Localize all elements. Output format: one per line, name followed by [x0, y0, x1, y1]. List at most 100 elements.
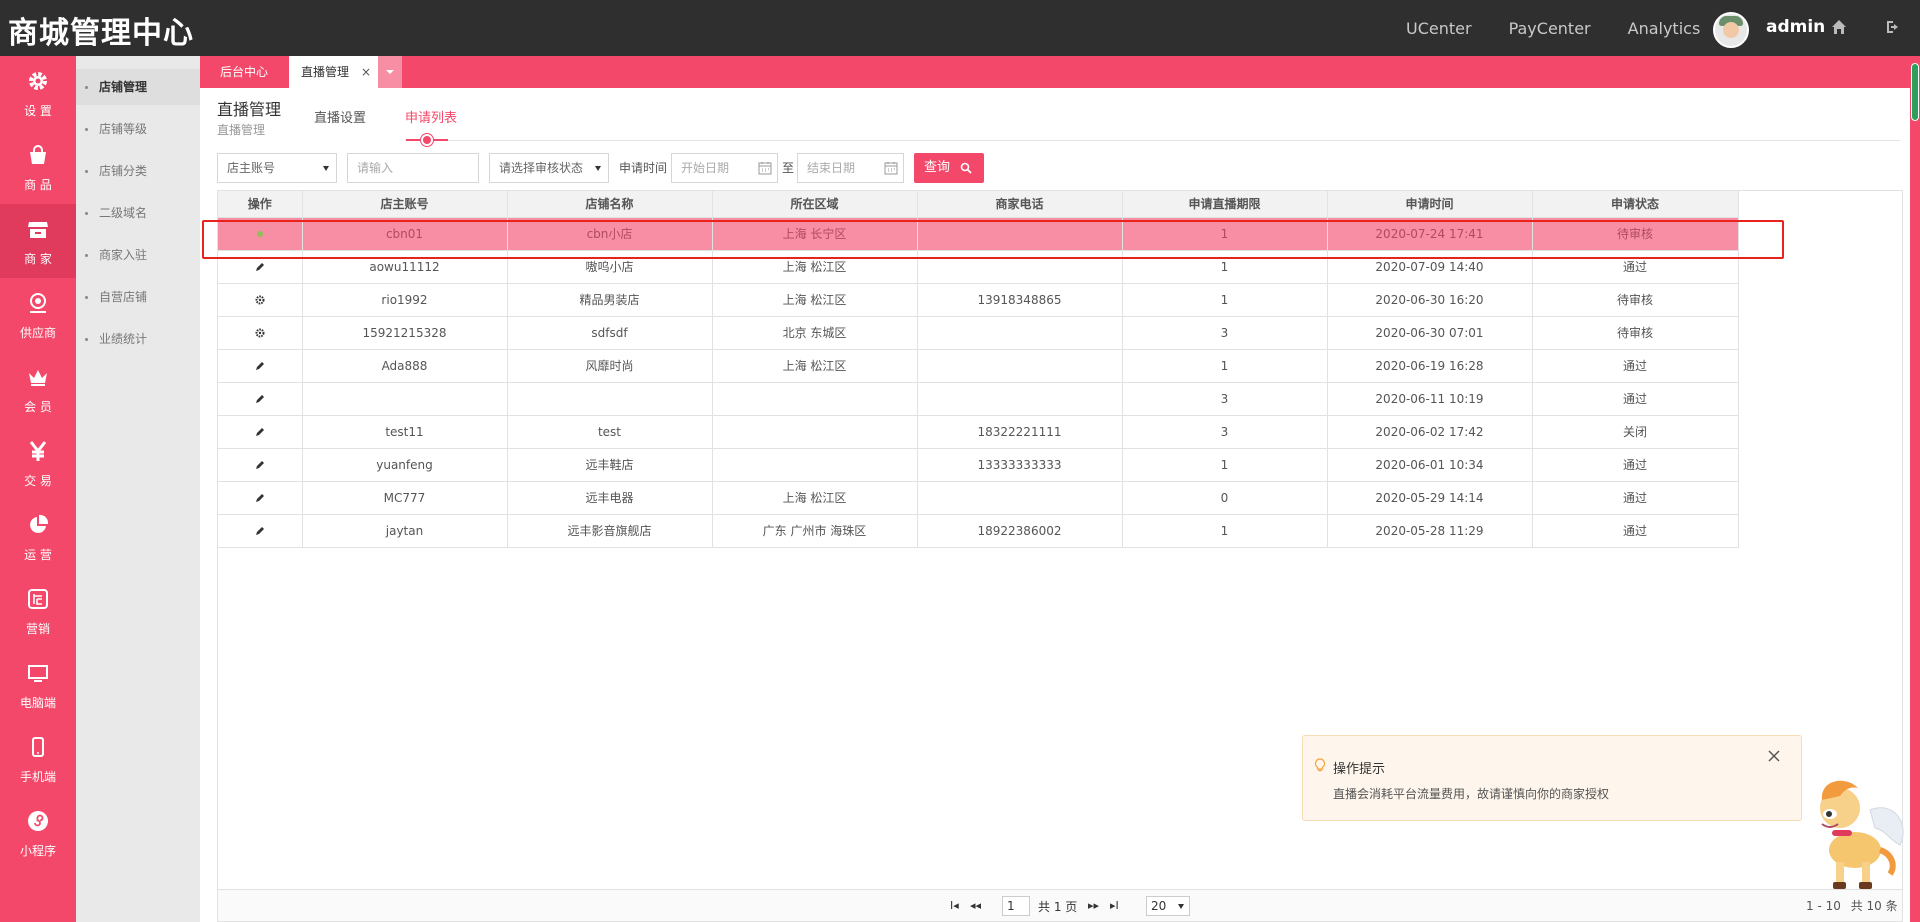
- calendar-icon: [758, 162, 772, 175]
- sidebar-item-merchant[interactable]: 商 家: [0, 204, 76, 278]
- edit-icon[interactable]: [255, 361, 265, 371]
- row-action-cell[interactable]: [218, 349, 303, 383]
- cell-period: 1: [1122, 283, 1328, 317]
- col-header-status[interactable]: 申请状态: [1532, 191, 1739, 218]
- subtab-live-settings[interactable]: 直播设置: [314, 107, 366, 126]
- audit-status-select[interactable]: 请选择审核状态: [489, 153, 609, 183]
- page-size-select[interactable]: 20: [1146, 896, 1190, 916]
- cell-apply-time: 2020-06-02 17:42: [1327, 415, 1533, 449]
- home-icon[interactable]: [1831, 19, 1847, 35]
- audit-gear-icon[interactable]: [255, 295, 265, 305]
- sidebar-item-marketing[interactable]: 营销: [0, 574, 76, 648]
- sidebar-item-settings[interactable]: 设 置: [0, 56, 76, 130]
- tab-close-icon[interactable]: ×: [361, 65, 371, 79]
- submenu-item-store-level[interactable]: 店铺等级: [76, 111, 200, 147]
- close-icon[interactable]: [1767, 749, 1781, 763]
- subtab-application-list[interactable]: 申请列表: [405, 107, 457, 126]
- cell-period: 3: [1122, 382, 1328, 416]
- sidebar-item-trade[interactable]: 交 易: [0, 426, 76, 500]
- sidebar-item-label: 运 营: [24, 548, 52, 562]
- edit-icon[interactable]: [255, 427, 265, 437]
- query-button[interactable]: 查询: [914, 153, 984, 183]
- page-scrollbar-track[interactable]: [1910, 56, 1920, 922]
- nav-ucenter[interactable]: UCenter: [1406, 19, 1472, 38]
- submenu-item-store-category[interactable]: 店铺分类: [76, 153, 200, 189]
- first-page-icon[interactable]: I◂: [950, 899, 959, 912]
- col-header-period[interactable]: 申请直播期限: [1122, 191, 1328, 218]
- table-row[interactable]: cbn01 cbn小店 上海 长宁区 1 2020-07-24 17:41 待审核: [218, 217, 1739, 251]
- sidebar-item-member[interactable]: 会 员: [0, 352, 76, 426]
- row-action-cell[interactable]: [218, 481, 303, 515]
- row-action-cell[interactable]: [218, 250, 303, 284]
- row-action-cell[interactable]: [218, 382, 303, 416]
- table-row[interactable]: jaytan 远丰影音旗舰店 广东 广州市 海珠区 18922386002 1 2020-…: [218, 514, 1739, 548]
- cell-status: 待审核: [1532, 217, 1739, 251]
- row-action-cell[interactable]: [218, 514, 303, 548]
- edit-icon[interactable]: [255, 394, 265, 404]
- logout-icon[interactable]: [1885, 19, 1901, 35]
- col-header-phone[interactable]: 商家电话: [917, 191, 1123, 218]
- tab-live-management[interactable]: 直播管理 ×: [289, 56, 384, 88]
- edit-icon[interactable]: [255, 493, 265, 503]
- sidebar-item-label: 会 员: [24, 400, 52, 414]
- nav-paycenter[interactable]: PayCenter: [1509, 19, 1591, 38]
- tab-more-dropdown[interactable]: [378, 56, 402, 88]
- search-input[interactable]: 请输入: [347, 153, 479, 183]
- sidebar-item-mobile[interactable]: 手机端: [0, 722, 76, 796]
- last-page-icon[interactable]: ▸I: [1110, 899, 1119, 912]
- cell-account: MC777: [302, 481, 508, 515]
- cell-region: 北京 东城区: [712, 316, 918, 350]
- edit-icon[interactable]: [255, 262, 265, 272]
- tab-dashboard[interactable]: 后台中心: [208, 56, 280, 88]
- row-action-cell[interactable]: [218, 217, 303, 251]
- audit-gear-icon[interactable]: [255, 328, 265, 338]
- col-header-account[interactable]: 店主账号: [302, 191, 508, 218]
- start-date-input[interactable]: 开始日期: [671, 153, 778, 183]
- prev-page-icon[interactable]: ◂◂: [970, 899, 981, 912]
- submenu-item-self-store[interactable]: 自营店铺: [76, 279, 200, 315]
- sidebar-item-miniprogram[interactable]: 小程序: [0, 796, 76, 870]
- cell-status: 通过: [1532, 481, 1739, 515]
- table-row[interactable]: 15921215328 sdfsdf 北京 东城区 3 2020-06-30 07:01…: [218, 316, 1739, 350]
- nav-analytics[interactable]: Analytics: [1628, 19, 1701, 38]
- page-scrollbar-thumb[interactable]: [1911, 63, 1919, 121]
- page-number-input[interactable]: 1: [1002, 896, 1030, 916]
- submenu-item-subdomain[interactable]: 二级域名: [76, 195, 200, 231]
- sidebar-item-supplier[interactable]: 供应商: [0, 278, 76, 352]
- col-header-region[interactable]: 所在区域: [712, 191, 918, 218]
- next-page-icon[interactable]: ▸▸: [1088, 899, 1099, 912]
- avatar[interactable]: [1713, 12, 1749, 48]
- table-row[interactable]: MC777 远丰电器 上海 松江区 0 2020-05-29 14:14 通过: [218, 481, 1739, 515]
- table-row[interactable]: test11 test 18322221111 3 2020-06-02 17:42 关闭: [218, 415, 1739, 449]
- submenu-item-performance[interactable]: 业绩统计: [76, 321, 200, 357]
- badge-icon: [30, 293, 46, 313]
- row-action-cell[interactable]: [218, 448, 303, 482]
- row-action-cell[interactable]: [218, 415, 303, 449]
- row-action-cell[interactable]: [218, 283, 303, 317]
- table-row[interactable]: rio1992 精品男装店 上海 松江区 13918348865 1 2020-06-30…: [218, 283, 1739, 317]
- cell-phone: [917, 349, 1123, 383]
- edit-icon[interactable]: [255, 460, 265, 470]
- table-row[interactable]: yuanfeng 远丰鞋店 13333333333 1 2020-06-01 10:34…: [218, 448, 1739, 482]
- table-row[interactable]: 3 2020-06-11 10:19 通过: [218, 382, 1739, 416]
- table-row[interactable]: Ada888 风靡时尚 上海 松江区 1 2020-06-19 16:28 通过: [218, 349, 1739, 383]
- pony-mascot-icon[interactable]: [1800, 770, 1912, 892]
- sidebar-item-operation[interactable]: 运 营: [0, 500, 76, 574]
- submenu-item-store-management[interactable]: 店铺管理: [76, 69, 200, 105]
- row-action-cell[interactable]: [218, 316, 303, 350]
- status-dot-icon[interactable]: [255, 229, 265, 239]
- sidebar-item-goods[interactable]: 商 品: [0, 130, 76, 204]
- cell-phone: [917, 382, 1123, 416]
- table-row[interactable]: aowu11112 嗷呜小店 上海 松江区 1 2020-07-09 14:40 通过: [218, 250, 1739, 284]
- sidebar-item-pc[interactable]: 电脑端: [0, 648, 76, 722]
- col-header-store[interactable]: 店铺名称: [507, 191, 713, 218]
- cell-apply-time: 2020-07-24 17:41: [1327, 217, 1533, 251]
- account-type-select[interactable]: 店主账号: [217, 153, 337, 183]
- cell-region: 上海 松江区: [712, 283, 918, 317]
- submenu-item-merchant-entry[interactable]: 商家入驻: [76, 237, 200, 273]
- col-header-time[interactable]: 申请时间: [1327, 191, 1533, 218]
- username[interactable]: admin: [1766, 17, 1825, 37]
- sidebar-item-label: 小程序: [19, 844, 56, 858]
- end-date-input[interactable]: 结束日期: [797, 153, 904, 183]
- edit-icon[interactable]: [255, 526, 265, 536]
